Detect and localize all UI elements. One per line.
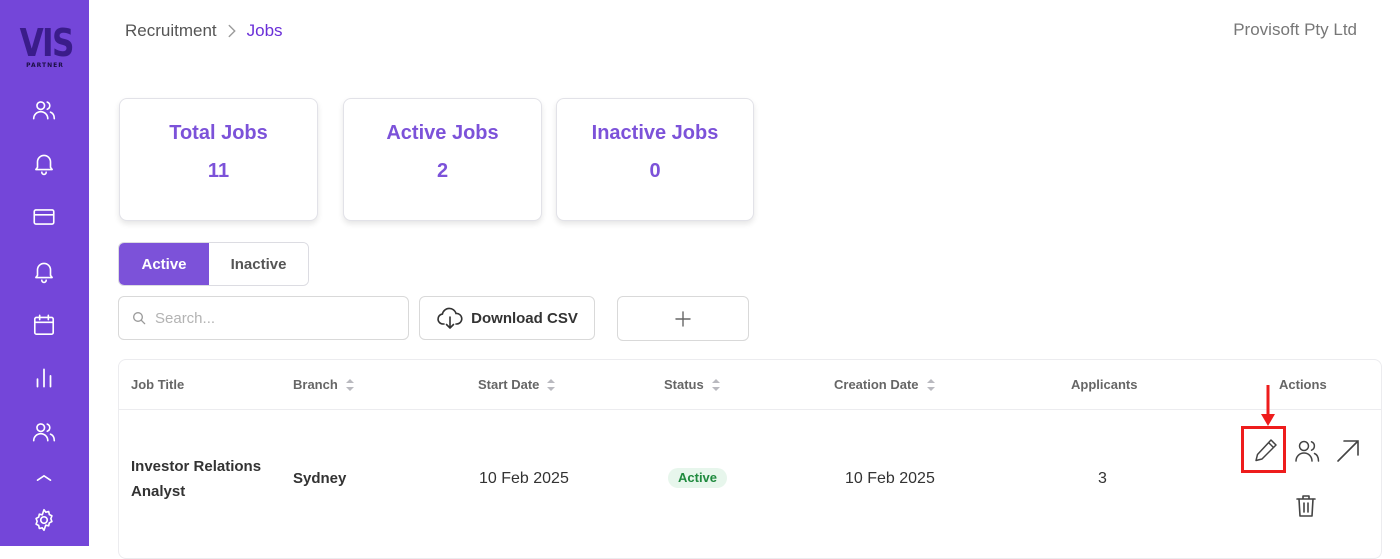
bell-icon[interactable] [31, 258, 57, 284]
jobs-table: Job Title Branch Start Date Status Creat… [118, 359, 1382, 559]
search-icon [133, 312, 146, 325]
sidebar: VIS PARTNER [0, 0, 89, 546]
column-label: Actions [1279, 377, 1327, 392]
settings-icon[interactable] [31, 507, 57, 533]
sort-icon[interactable] [926, 378, 936, 392]
status-toggle: Active Inactive [118, 242, 309, 286]
download-csv-label: Download CSV [471, 309, 578, 327]
stat-value: 11 [207, 160, 230, 182]
column-label: Branch [293, 377, 338, 392]
column-status[interactable]: Status [664, 377, 721, 392]
logo-text: VIS [19, 21, 75, 65]
toggle-active-button[interactable]: Active [119, 243, 209, 285]
cell-applicants: 3 [1098, 470, 1107, 487]
status-badge: Active [668, 468, 728, 488]
bar-chart-icon[interactable] [31, 365, 57, 391]
job-title-line: Analyst [131, 483, 186, 500]
chevron-right-icon [228, 24, 236, 38]
stat-label: Total Jobs [169, 122, 268, 144]
stat-card-total: Total Jobs 11 [119, 98, 318, 221]
cell-job-title[interactable]: Investor Relations Analyst [131, 454, 261, 504]
stat-value: 2 [436, 160, 449, 182]
cloud-download-icon [437, 307, 463, 329]
toggle-inactive-button[interactable]: Inactive [209, 243, 308, 285]
search-box[interactable] [118, 296, 409, 340]
sort-icon[interactable] [345, 378, 355, 392]
column-applicants: Applicants [1071, 377, 1137, 392]
credit-card-icon[interactable] [31, 204, 57, 230]
open-icon[interactable] [1333, 436, 1363, 466]
column-start-date[interactable]: Start Date [478, 377, 556, 392]
breadcrumb: Recruitment Jobs [125, 20, 283, 42]
sort-icon[interactable] [546, 378, 556, 392]
users-icon[interactable] [31, 97, 57, 123]
column-label: Start Date [478, 377, 540, 392]
cell-creation-date: 10 Feb 2025 [845, 470, 935, 487]
column-label: Creation Date [834, 377, 919, 392]
stat-card-inactive: Inactive Jobs 0 [556, 98, 754, 221]
column-label: Job Title [131, 377, 185, 392]
logo[interactable]: VIS PARTNER [14, 24, 76, 72]
annotation-arrow-icon [1261, 385, 1275, 426]
column-label: Status [664, 377, 704, 392]
calendar-icon[interactable] [31, 312, 57, 338]
sort-icon[interactable] [711, 378, 721, 392]
download-csv-button[interactable]: Download CSV [419, 296, 595, 340]
table-header: Job Title Branch Start Date Status Creat… [119, 360, 1381, 410]
cell-branch: Sydney [293, 470, 347, 487]
plus-icon [675, 310, 691, 327]
column-job-title: Job Title [131, 377, 184, 392]
applicants-icon[interactable] [1292, 436, 1322, 466]
stat-value: 0 [649, 160, 661, 182]
job-title-line: Investor Relations [131, 458, 262, 475]
delete-icon[interactable] [1291, 491, 1321, 521]
column-actions: Actions [1279, 377, 1327, 392]
column-branch[interactable]: Branch [293, 377, 355, 392]
logo-subtitle: PARTNER [26, 62, 64, 69]
column-label: Applicants [1071, 377, 1138, 392]
users-icon[interactable] [31, 419, 57, 445]
highlight-box [1241, 426, 1286, 473]
breadcrumb-recruitment[interactable]: Recruitment [125, 21, 217, 41]
add-job-button[interactable] [617, 296, 749, 341]
chevron-up-icon[interactable] [31, 465, 57, 491]
stat-card-active: Active Jobs 2 [343, 98, 542, 221]
search-input[interactable] [155, 309, 395, 327]
company-name: Provisoft Pty Ltd [1233, 20, 1357, 39]
stat-label: Active Jobs [386, 122, 499, 144]
cell-start-date: 10 Feb 2025 [479, 470, 569, 487]
bell-icon[interactable] [31, 150, 57, 176]
column-creation-date[interactable]: Creation Date [834, 377, 936, 392]
stat-label: Inactive Jobs [591, 122, 719, 144]
breadcrumb-jobs: Jobs [246, 21, 283, 40]
